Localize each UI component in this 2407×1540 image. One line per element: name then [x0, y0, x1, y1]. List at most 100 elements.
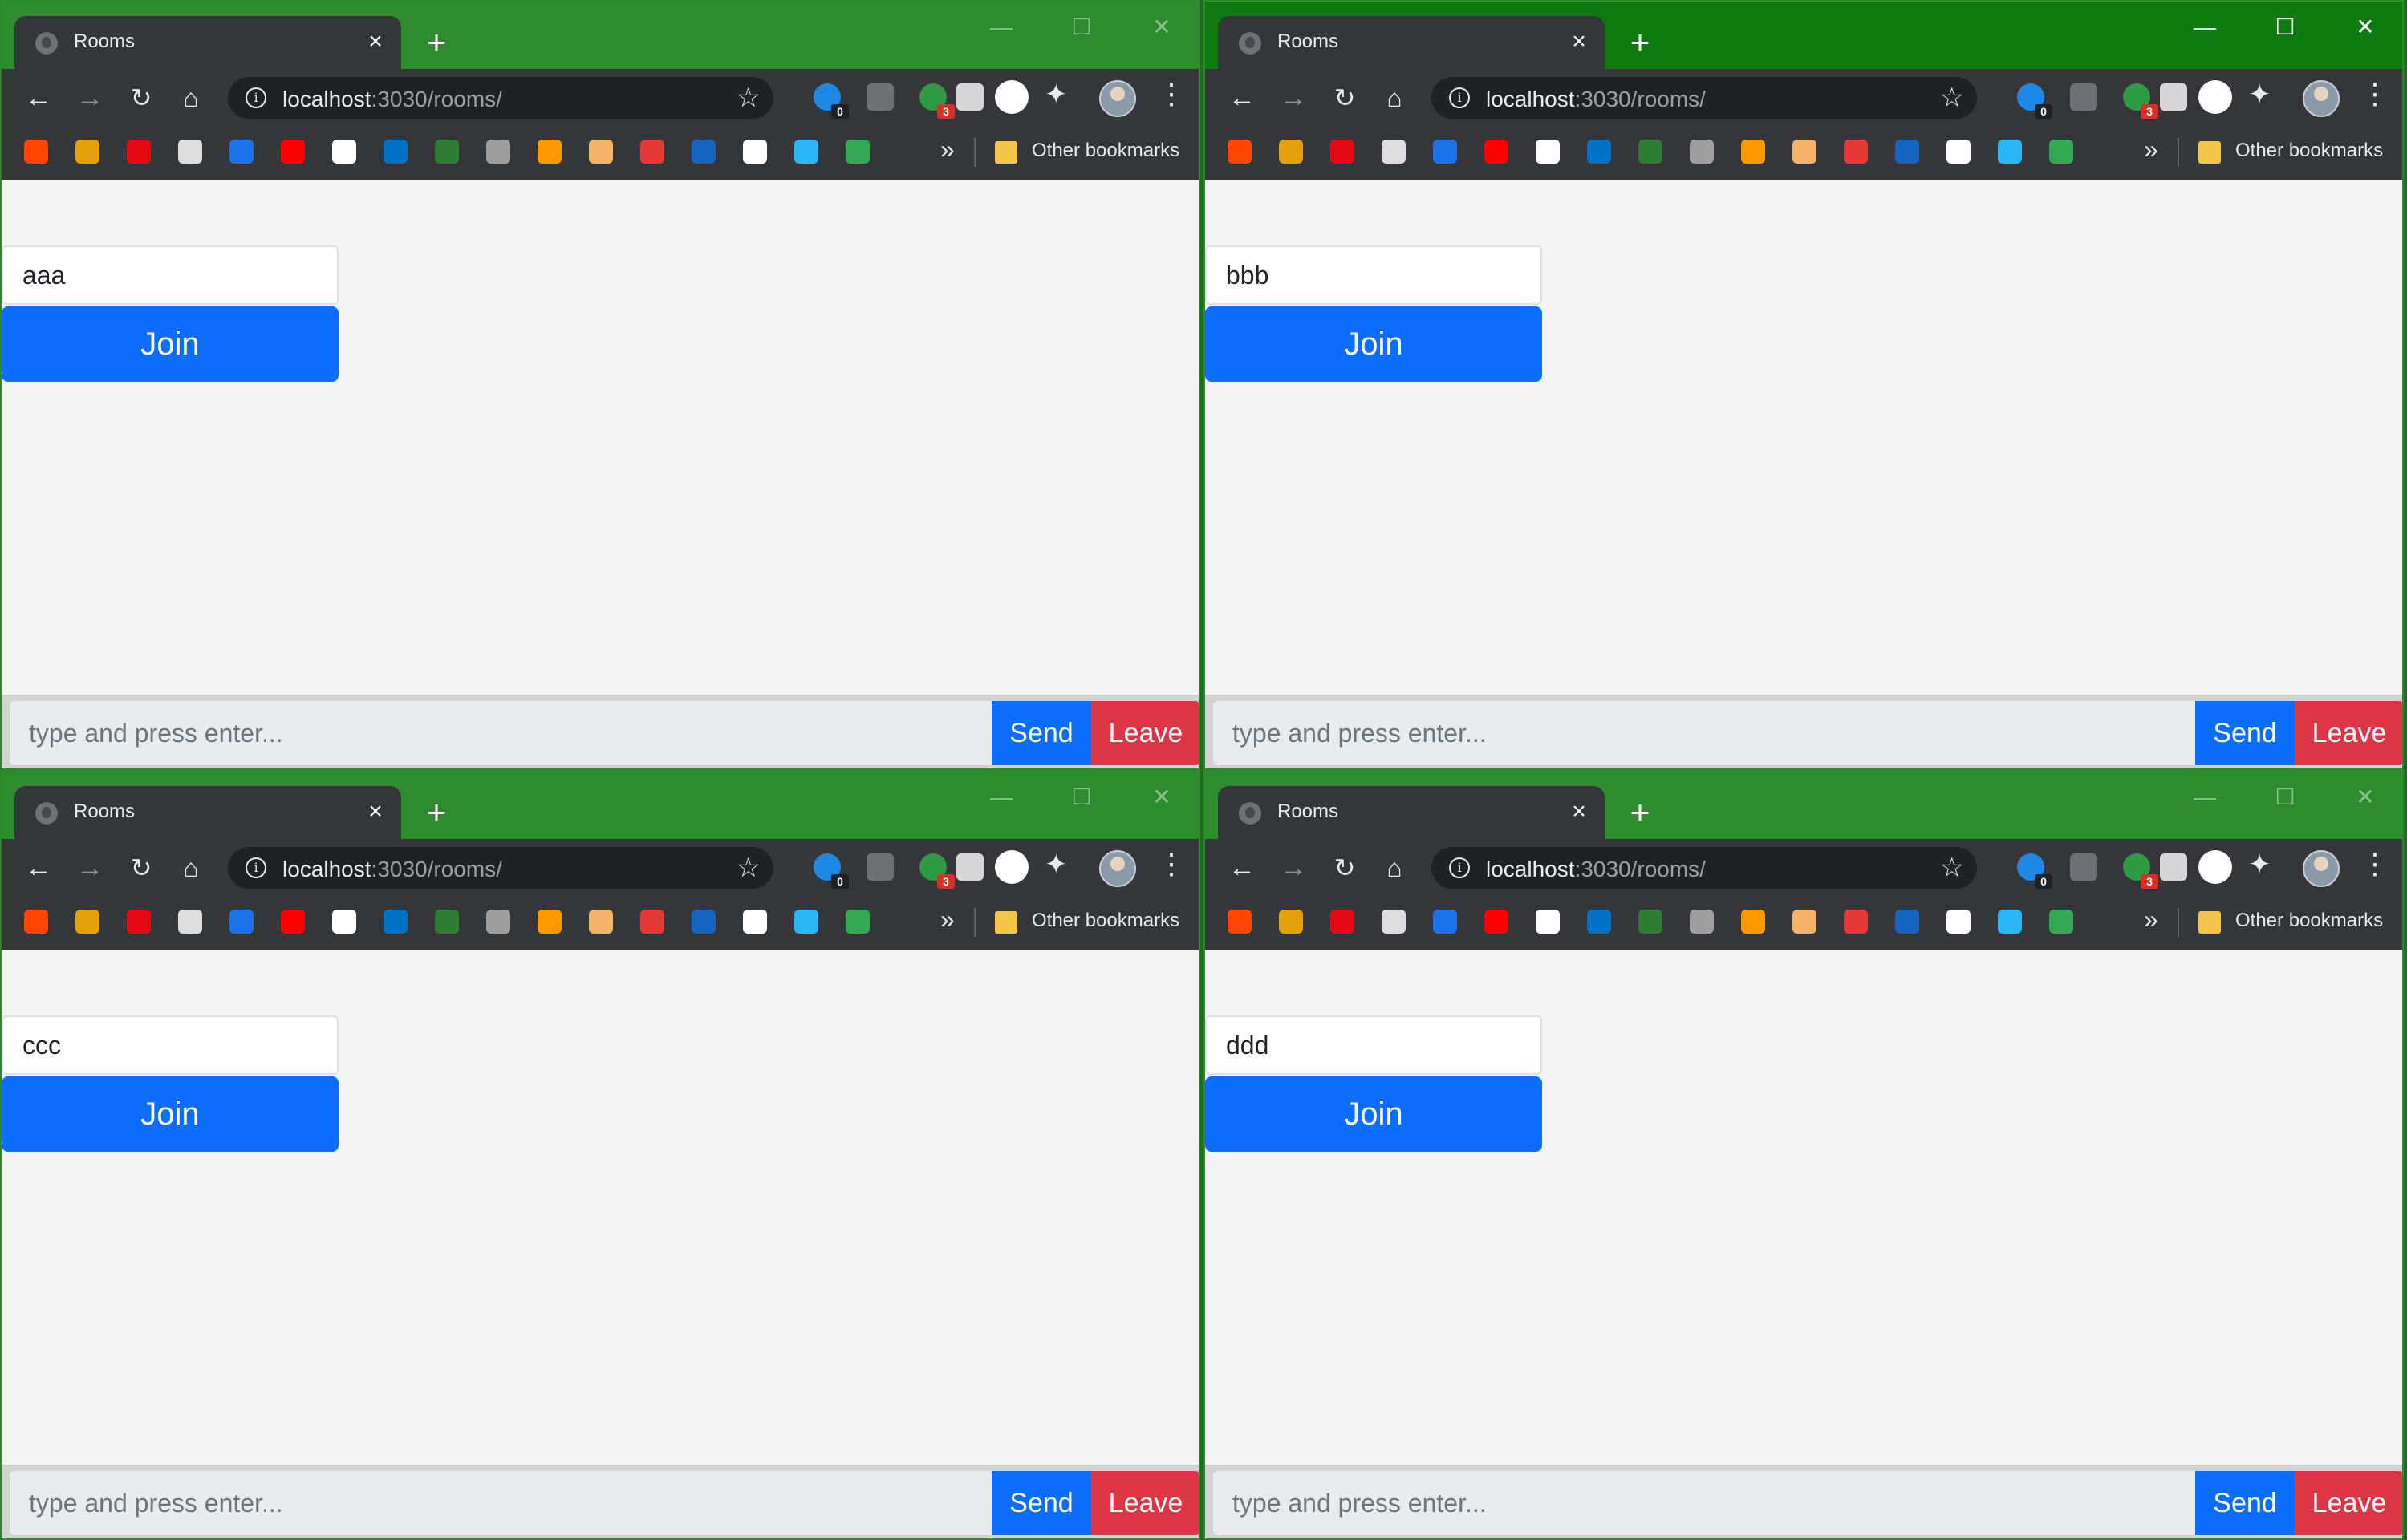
bookmark-icon[interactable] [178, 910, 202, 934]
forward-icon[interactable]: → [72, 80, 108, 116]
extension-icon[interactable]: 3 [2123, 853, 2158, 889]
leave-button[interactable]: Leave [1091, 1471, 1199, 1535]
bookmark-icon[interactable] [229, 140, 254, 164]
close-tab-icon[interactable]: × [1563, 26, 1595, 58]
other-bookmarks[interactable]: Other bookmarks [2235, 910, 2383, 932]
info-icon[interactable]: i [1449, 87, 1470, 108]
home-icon[interactable]: ⌂ [173, 80, 209, 116]
bookmark-icon[interactable] [281, 140, 305, 164]
leave-button[interactable]: Leave [2295, 1471, 2402, 1535]
info-icon[interactable]: i [246, 857, 266, 878]
bookmark-icon[interactable] [1792, 910, 1816, 934]
menu-icon[interactable]: ⋮ [1157, 847, 1186, 881]
new-tab-icon[interactable]: + [1621, 794, 1659, 833]
bookmark-icon[interactable] [640, 140, 664, 164]
room-name-input[interactable] [1205, 1015, 1542, 1075]
extensions-icon[interactable]: ✦ [1045, 79, 1068, 111]
bookmark-icon[interactable] [1587, 140, 1611, 164]
bookmark-icon[interactable] [75, 910, 99, 934]
bookmark-icon[interactable] [1433, 910, 1457, 934]
bookmark-icon[interactable] [332, 140, 356, 164]
minimize-icon[interactable]: — [977, 11, 1025, 43]
info-icon[interactable]: i [246, 87, 266, 108]
shield-icon[interactable] [2070, 853, 2097, 881]
send-button[interactable]: Send [992, 1471, 1091, 1535]
extension-icon[interactable]: 3 [919, 83, 955, 119]
close-tab-icon[interactable]: × [359, 26, 392, 58]
avatar[interactable] [1099, 80, 1136, 117]
bookmark-icon[interactable] [1946, 140, 1971, 164]
back-icon[interactable]: ← [21, 850, 56, 886]
forward-icon[interactable]: → [1276, 80, 1311, 116]
cast-icon[interactable] [956, 83, 984, 111]
maximize-icon[interactable]: ☐ [2261, 11, 2309, 43]
shield-icon[interactable] [2070, 83, 2097, 111]
cast-icon[interactable] [2160, 853, 2187, 881]
send-button[interactable]: Send [2195, 701, 2295, 765]
bookmark-icon[interactable] [1382, 140, 1406, 164]
bookmark-icon[interactable] [640, 910, 664, 934]
bookmark-icon[interactable] [846, 910, 870, 934]
maximize-icon[interactable]: ☐ [2261, 781, 2309, 813]
extension-icon[interactable]: 0 [2017, 853, 2052, 889]
profile-circle-icon[interactable] [2198, 80, 2232, 114]
menu-icon[interactable]: ⋮ [1157, 77, 1186, 111]
join-button[interactable]: Join [1205, 1076, 1542, 1152]
back-icon[interactable]: ← [1224, 80, 1260, 116]
bookmark-icon[interactable] [435, 910, 459, 934]
bookmark-icon[interactable] [1484, 910, 1508, 934]
maximize-icon[interactable]: ☐ [1057, 781, 1106, 813]
bookmark-icon[interactable] [1844, 140, 1868, 164]
message-input[interactable] [10, 1471, 992, 1535]
bookmark-icon[interactable] [589, 140, 613, 164]
message-input[interactable] [10, 701, 992, 765]
bookmark-icon[interactable] [1741, 910, 1765, 934]
cast-icon[interactable] [2160, 83, 2187, 111]
menu-icon[interactable]: ⋮ [2360, 847, 2389, 881]
address-bar[interactable]: i localhost:3030/rooms/ ☆ [228, 847, 773, 889]
bookmark-icon[interactable] [2049, 140, 2073, 164]
bookmark-icon[interactable] [794, 140, 818, 164]
bookmark-icon[interactable] [127, 910, 151, 934]
bookmark-icon[interactable] [229, 910, 254, 934]
window-close-icon[interactable]: ✕ [2341, 11, 2389, 43]
bookmarks-overflow-icon[interactable]: » [2144, 135, 2158, 164]
bookmark-icon[interactable] [1638, 910, 1662, 934]
bookmark-icon[interactable] [794, 910, 818, 934]
star-icon[interactable]: ☆ [737, 852, 761, 884]
avatar[interactable] [2303, 80, 2340, 117]
new-tab-icon[interactable]: + [1621, 24, 1659, 63]
bookmark-icon[interactable] [1536, 140, 1560, 164]
message-input[interactable] [1213, 1471, 2195, 1535]
address-bar[interactable]: i localhost:3030/rooms/ ☆ [228, 77, 773, 119]
bookmark-icon[interactable] [1330, 140, 1354, 164]
bookmark-icon[interactable] [538, 910, 562, 934]
bookmark-icon[interactable] [486, 140, 510, 164]
profile-circle-icon[interactable] [995, 80, 1029, 114]
maximize-icon[interactable]: ☐ [1057, 11, 1106, 43]
room-name-input[interactable] [2, 1015, 339, 1075]
bookmark-icon[interactable] [1946, 910, 1971, 934]
bookmark-icon[interactable] [692, 140, 716, 164]
room-name-input[interactable] [2, 245, 339, 305]
bookmark-icon[interactable] [435, 140, 459, 164]
bookmark-icon[interactable] [1844, 910, 1868, 934]
home-icon[interactable]: ⌂ [1377, 850, 1412, 886]
bookmark-icon[interactable] [486, 910, 510, 934]
bookmark-icon[interactable] [24, 910, 48, 934]
leave-button[interactable]: Leave [1091, 701, 1199, 765]
shield-icon[interactable] [867, 83, 894, 111]
minimize-icon[interactable]: — [2181, 781, 2229, 813]
bookmarks-overflow-icon[interactable]: » [2144, 905, 2158, 934]
bookmark-icon[interactable] [1998, 140, 2022, 164]
close-tab-icon[interactable]: × [1563, 796, 1595, 828]
bookmark-icon[interactable] [538, 140, 562, 164]
bookmark-icon[interactable] [1536, 910, 1560, 934]
star-icon[interactable]: ☆ [1940, 82, 1964, 114]
extension-icon[interactable]: 0 [2017, 83, 2052, 119]
bookmark-icon[interactable] [2049, 910, 2073, 934]
window-close-icon[interactable]: ✕ [1138, 781, 1186, 813]
extensions-icon[interactable]: ✦ [2248, 849, 2271, 881]
bookmark-icon[interactable] [75, 140, 99, 164]
address-bar[interactable]: i localhost:3030/rooms/ ☆ [1431, 77, 1977, 119]
